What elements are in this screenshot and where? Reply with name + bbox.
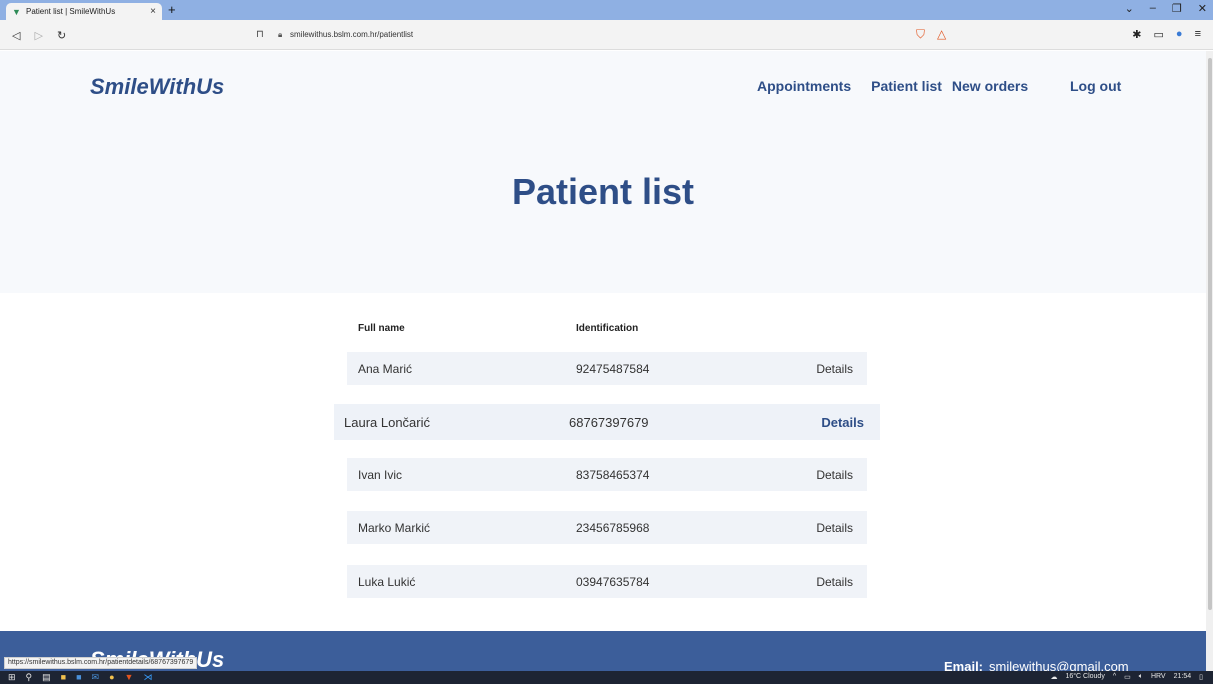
- tray-chevron-icon[interactable]: ^: [1113, 673, 1116, 681]
- details-link[interactable]: Details: [816, 575, 853, 589]
- nav-new-orders[interactable]: New orders: [952, 78, 1028, 94]
- close-window-icon[interactable]: ✕: [1198, 2, 1207, 15]
- link-status-bar: https://smilewithus.bslm.com.hr/patientd…: [4, 657, 198, 669]
- patient-identification: 03947635784: [576, 575, 650, 589]
- table-row: Laura Lončarić 68767397679 Details: [334, 404, 880, 440]
- weather-text[interactable]: 16°C Cloudy: [1065, 673, 1104, 681]
- url-field[interactable]: smilewithus.bslm.com.hr/patientlist: [290, 30, 413, 39]
- brave-shields: ⛉ △: [916, 27, 946, 42]
- close-tab-icon[interactable]: ×: [150, 6, 156, 17]
- patient-name: Luka Lukić: [358, 575, 416, 589]
- extensions-icon[interactable]: ✱: [1132, 28, 1141, 41]
- nav-patient-list[interactable]: Patient list: [871, 78, 942, 94]
- patient-name: Ivan Ivic: [358, 468, 403, 482]
- patient-name: Ana Marić: [358, 362, 413, 376]
- volume-icon[interactable]: 🔈︎: [1139, 673, 1143, 681]
- language-indicator[interactable]: HRV: [1151, 673, 1166, 681]
- brave-rewards-icon[interactable]: △: [937, 27, 946, 42]
- patient-identification: 92475487584: [576, 362, 650, 376]
- back-icon[interactable]: ◁: [12, 29, 20, 42]
- column-header-identification: Identification: [576, 323, 639, 334]
- clock[interactable]: 21:54: [1174, 673, 1192, 681]
- brand-logo[interactable]: SmileWithUs: [90, 74, 224, 100]
- table-row: Ana Marić 92475487584 Details: [347, 352, 867, 385]
- tab-search-icon[interactable]: ⌄: [1125, 2, 1134, 15]
- os-taskbar: ⊞ ⚲ ▤ ■ ■ ✉ ● ▼ ⋊ ☁ 16°C Cloudy ^ ▭ 🔈︎ H…: [0, 671, 1213, 684]
- bookmark-icon[interactable]: ⊓: [256, 29, 264, 40]
- browser-address-bar: ◁ ▷ ↻ ⊓ 🔒︎ smilewithus.bslm.com.hr/patie…: [0, 20, 1213, 50]
- main-nav: Appointments Patient list New orders: [757, 78, 1028, 94]
- brave-taskbar-icon[interactable]: ▼: [125, 672, 134, 683]
- logout-link[interactable]: Log out: [1070, 78, 1121, 94]
- patient-name: Marko Markić: [358, 521, 431, 535]
- system-tray: ☁ 16°C Cloudy ^ ▭ 🔈︎ HRV 21:54 ▯: [1050, 673, 1203, 681]
- new-tab-button[interactable]: +: [168, 2, 176, 17]
- lock-icon: 🔒︎: [278, 30, 283, 39]
- forward-icon[interactable]: ▷: [34, 29, 42, 42]
- tab-title: Patient list | SmileWithUs: [26, 7, 116, 16]
- patient-identification: 68767397679: [569, 415, 649, 430]
- extensions-area: ✱ ▭ ● ≡: [1132, 28, 1201, 41]
- task-view-icon[interactable]: ▤: [42, 672, 51, 683]
- patient-identification: 83758465374: [576, 468, 650, 482]
- table-row: Ivan Ivic 83758465374 Details: [347, 458, 867, 491]
- site-favicon-icon: ▼: [12, 6, 21, 17]
- minimize-icon[interactable]: –: [1150, 2, 1156, 15]
- windows-start-icon[interactable]: ⊞: [8, 672, 16, 683]
- window-controls: ⌄ – ❐ ✕: [1125, 2, 1207, 15]
- mail-icon[interactable]: ✉: [92, 672, 100, 683]
- details-link[interactable]: Details: [816, 468, 853, 482]
- search-icon[interactable]: ⚲: [26, 672, 33, 683]
- weather-icon: ☁: [1050, 674, 1058, 681]
- reload-icon[interactable]: ↻: [57, 29, 66, 42]
- nav-appointments[interactable]: Appointments: [757, 78, 851, 94]
- patient-name: Laura Lončarić: [344, 415, 430, 430]
- app-icon[interactable]: ■: [76, 672, 81, 683]
- table-row: Luka Lukić 03947635784 Details: [347, 565, 867, 598]
- page-scrollbar-thumb[interactable]: [1208, 58, 1212, 610]
- file-explorer-icon[interactable]: ■: [61, 672, 66, 683]
- wallet-icon[interactable]: ▭: [1154, 28, 1164, 41]
- details-link[interactable]: Details: [816, 362, 853, 376]
- patient-identification: 23456785968: [576, 521, 650, 535]
- notification-icon[interactable]: ▯: [1199, 673, 1203, 681]
- page-header: SmileWithUs Appointments Patient list Ne…: [0, 51, 1206, 293]
- vscode-icon[interactable]: ⋊: [143, 672, 152, 683]
- browser-tab-bar: ▼ Patient list | SmileWithUs × + ⌄ – ❐ ✕: [0, 0, 1213, 20]
- profile-icon[interactable]: ●: [1176, 28, 1183, 41]
- column-header-full-name: Full name: [358, 323, 405, 334]
- maximize-icon[interactable]: ❐: [1172, 2, 1182, 15]
- page-title: Patient list: [511, 171, 695, 212]
- details-link[interactable]: Details: [816, 521, 853, 535]
- network-icon[interactable]: ▭: [1124, 673, 1131, 681]
- brave-shield-icon[interactable]: ⛉: [916, 27, 925, 42]
- chrome-icon[interactable]: ●: [109, 672, 114, 683]
- details-link[interactable]: Details: [821, 415, 864, 430]
- menu-icon[interactable]: ≡: [1195, 28, 1201, 41]
- browser-tab[interactable]: ▼ Patient list | SmileWithUs ×: [6, 3, 162, 20]
- taskbar-icons: ⊞ ⚲ ▤ ■ ■ ✉ ● ▼ ⋊: [8, 672, 152, 683]
- browser-nav-buttons: ◁ ▷ ↻: [12, 29, 66, 42]
- table-row: Marko Markić 23456785968 Details: [347, 511, 867, 544]
